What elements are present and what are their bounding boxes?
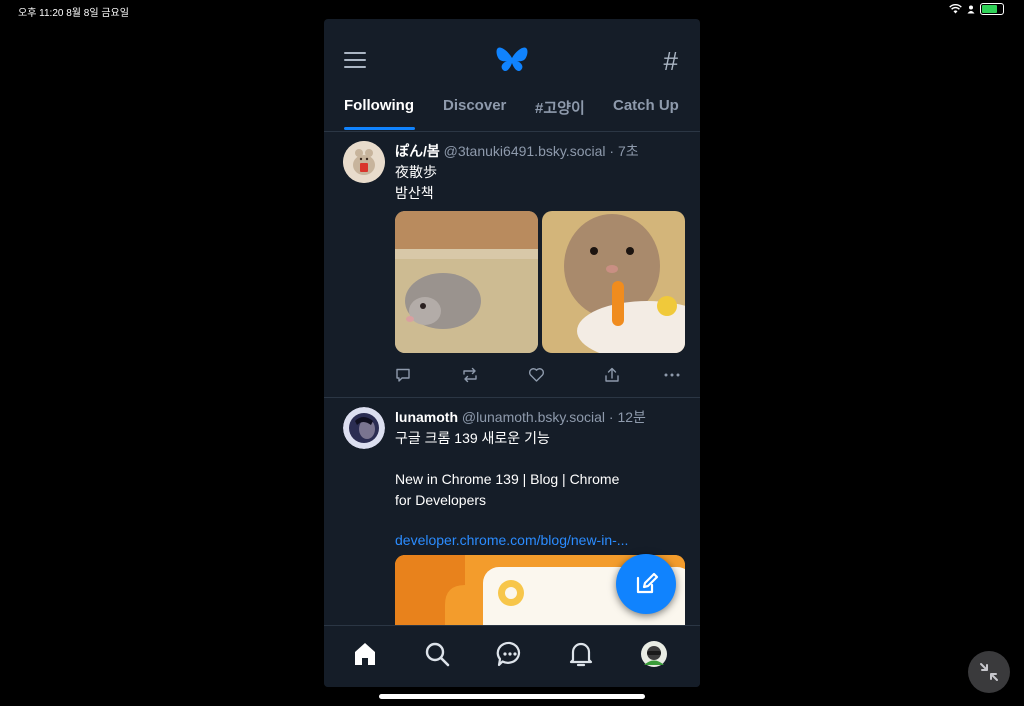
notifications-bell-icon[interactable] [567,640,595,668]
bluesky-app-window: # Following Discover #고양이 Catch Up ぽん/봄 … [324,19,700,687]
search-icon[interactable] [423,640,451,668]
battery-level [982,5,997,13]
hamster-on-mat-photo[interactable] [395,211,538,353]
avatar[interactable] [343,141,385,183]
post-text-line: New in Chrome 139 | Blog | Chrome [395,471,620,487]
profile-avatar[interactable] [640,640,668,668]
active-tab-indicator [344,127,415,130]
compose-pencil-icon [636,572,659,594]
system-status-bar: 오후 11:20 8월 8일 금요일 [0,0,1024,20]
post-time[interactable]: · 7초 [609,143,638,159]
butterfly-logo [496,47,528,72]
battery-icon [980,3,1004,15]
post-time[interactable]: · 12분 [609,409,646,425]
display-name[interactable]: lunamoth [395,409,458,425]
post-text-line: 구글 크롬 139 새로운 기능 [395,430,550,446]
like-icon[interactable] [528,367,545,383]
post-text: 夜散歩 밤산책 [395,162,437,204]
tab-following[interactable]: Following [344,97,414,114]
home-icon[interactable] [351,640,379,668]
compose-button[interactable] [616,554,676,614]
bottom-navigation [324,625,700,687]
avatar[interactable] [343,407,385,449]
tab-cat-hashtag[interactable]: #고양이 [535,97,585,118]
post[interactable]: ぽん/봄 @3tanuki6491.bsky.social · 7초 夜散歩 밤… [324,131,700,398]
share-icon[interactable] [604,367,620,383]
feed-tabs: Following Discover #고양이 Catch Up [324,97,700,132]
chat-icon[interactable] [496,640,524,668]
home-indicator[interactable] [379,694,645,699]
reply-icon[interactable] [395,367,411,383]
post-text-line: 밤산책 [395,185,434,201]
post-images [395,211,685,353]
post-text: 구글 크롬 139 새로운 기능 New in Chrome 139 | Blo… [395,428,685,551]
status-datetime: 오후 11:20 8월 8일 금요일 [18,8,129,19]
tab-discover[interactable]: Discover [443,97,506,114]
tab-catch-up[interactable]: Catch Up [613,97,679,114]
collapse-arrows-icon [980,663,998,681]
status-icons [949,3,1004,15]
display-name[interactable]: ぽん/봄 [395,143,440,159]
post-link[interactable]: developer.chrome.com/blog/new-in-... [395,530,685,551]
feed: ぽん/봄 @3tanuki6491.bsky.social · 7초 夜散歩 밤… [324,131,700,625]
location-icon [967,5,975,13]
post-actions [395,367,685,387]
hamburger-menu-icon[interactable] [344,52,366,68]
handle[interactable]: @lunamoth.bsky.social [462,409,605,425]
post-header: ぽん/봄 @3tanuki6491.bsky.social · 7초 [395,141,639,161]
repost-icon[interactable] [461,367,479,383]
hash-icon[interactable]: # [664,46,678,77]
post-header: lunamoth @lunamoth.bsky.social · 12분 [395,407,646,427]
handle[interactable]: @3tanuki6491.bsky.social [444,143,606,159]
minimize-window-button[interactable] [968,651,1010,693]
hamster-eating-photo[interactable] [542,211,685,353]
app-header: # [324,19,700,103]
wifi-icon [949,4,962,14]
post-text-line: for Developers [395,492,487,508]
post-text-line: 夜散歩 [395,164,437,180]
more-icon[interactable] [663,367,681,383]
